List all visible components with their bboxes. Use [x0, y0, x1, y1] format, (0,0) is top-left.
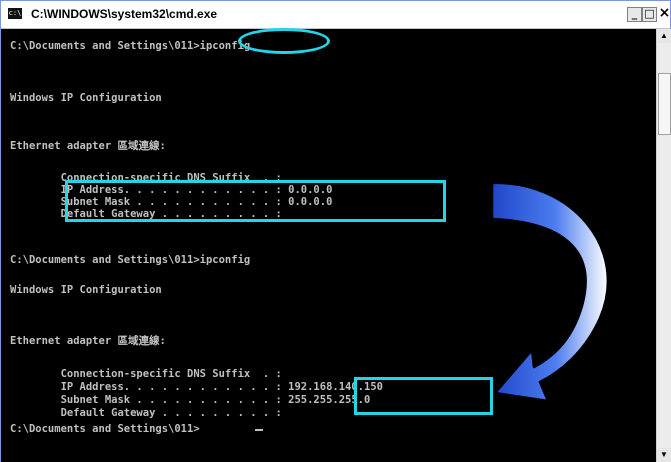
- cmd-app-icon[interactable]: c:\: [8, 8, 22, 19]
- console-output[interactable]: C:\Documents and Settings\011>ipconfig W…: [1, 29, 656, 462]
- cmd-window: c:\ C:\WINDOWS\system32\cmd.exe _ □ × C:…: [0, 0, 671, 462]
- ipconfig-highlight-oval: [238, 28, 330, 54]
- console-line: Ethernet adapter 區域連線:: [10, 140, 166, 152]
- text-cursor: [255, 429, 263, 431]
- console-line: Default Gateway . . . . . . . . . :: [10, 407, 282, 419]
- close-button[interactable]: ×: [657, 6, 671, 22]
- console-line: Windows IP Configuration: [10, 284, 162, 296]
- console-line: Subnet Mask . . . . . . . . . . . : 255.…: [10, 394, 371, 406]
- console-prompt: C:\Documents and Settings\011>: [10, 423, 200, 435]
- title-bar[interactable]: c:\ C:\WINDOWS\system32\cmd.exe _ □ ×: [1, 1, 670, 29]
- console-line: C:\Documents and Settings\011>ipconfig: [10, 40, 251, 52]
- scrollbar-thumb[interactable]: [658, 73, 671, 135]
- window-title: C:\WINDOWS\system32\cmd.exe: [31, 7, 218, 21]
- console-line: Ethernet adapter 區域連線:: [10, 335, 166, 347]
- console-line: IP Address. . . . . . . . . . . . : 192.…: [10, 381, 383, 393]
- maximize-button[interactable]: □: [642, 7, 657, 22]
- scroll-down-arrow-icon[interactable]: ▼: [657, 448, 671, 462]
- minimize-button[interactable]: _: [627, 7, 642, 22]
- console-line: Windows IP Configuration: [10, 92, 162, 104]
- scroll-up-arrow-icon[interactable]: ▲: [657, 29, 671, 43]
- console-line: Connection-specific DNS Suffix . :: [10, 368, 282, 380]
- vertical-scrollbar[interactable]: ▲ ▼: [656, 29, 671, 462]
- after-ip-highlight-box: [354, 377, 493, 415]
- before-ip-highlight-box: [65, 180, 446, 222]
- console-line: C:\Documents and Settings\011>ipconfig: [10, 254, 251, 266]
